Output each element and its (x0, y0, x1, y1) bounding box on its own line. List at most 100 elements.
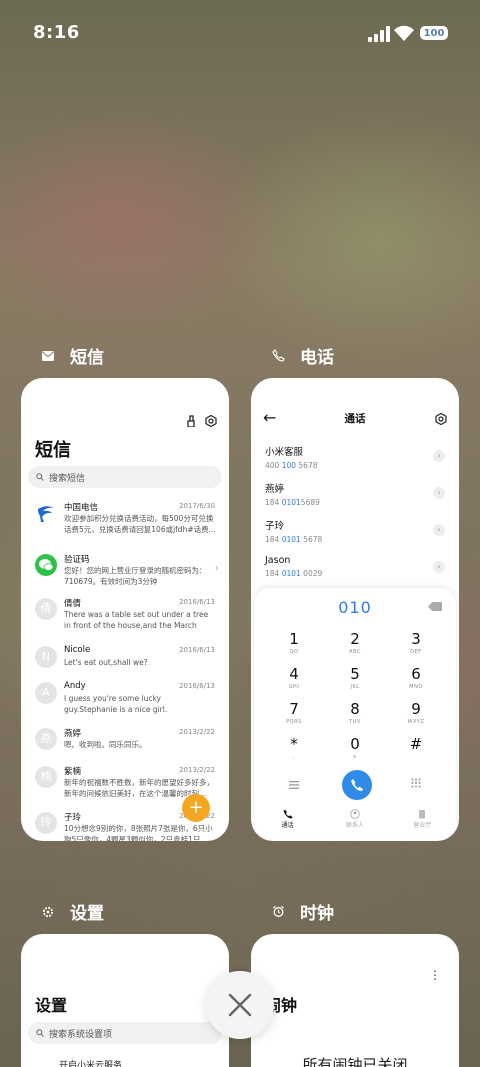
message-row[interactable]: N Nicole 2016/6/13 Let's eat out,shall w… (35, 645, 215, 682)
message-sender: 验证码 (64, 555, 90, 565)
chevron-right-icon: › (215, 563, 219, 574)
settings-item-mi-cloud[interactable]: 开启小米云服务 (59, 1058, 122, 1067)
phone-app-label[interactable]: 电话 (270, 343, 334, 368)
tab-service-hall-label: 营业厅 (413, 822, 432, 829)
contact-name: 燕婷 (265, 484, 285, 495)
menu-icon[interactable] (289, 774, 299, 793)
avatar: N (35, 646, 57, 668)
dial-key-star[interactable]: *, (274, 735, 314, 760)
contact-row[interactable]: Jason 184 0101 0029 › (265, 555, 445, 583)
dial-key-6[interactable]: 6 MNO (396, 665, 436, 690)
alarms-status-message: 所有闹钟已关闭 (302, 1056, 408, 1067)
chevron-right-icon[interactable]: › (433, 524, 445, 536)
clear-all-button[interactable] (206, 971, 274, 1039)
tab-service-hall[interactable]: 营业厅 (397, 808, 447, 838)
settings-search-placeholder: 搜索系统设置项 (49, 1029, 113, 1040)
more-icon[interactable]: ⋮ (429, 968, 441, 982)
status-time: 8:16 (33, 22, 80, 43)
clock-app-label[interactable]: 时钟 (270, 899, 334, 924)
message-preview: Let's eat out,shall we? (64, 658, 148, 667)
message-date: 2016/6/13 (179, 646, 215, 654)
gear-icon[interactable] (205, 412, 217, 431)
dial-key-5[interactable]: 5 JKL (335, 665, 375, 690)
telecom-logo-icon (35, 502, 57, 524)
message-preview: 您好！您的网上营业厅登录的随机密码为：710679。有效时间为3分钟 (64, 566, 207, 586)
chevron-right-icon[interactable]: › (433, 487, 445, 499)
contact-name: 小米客服 (265, 447, 304, 458)
keypad-icon[interactable] (411, 773, 421, 792)
dial-key-0[interactable]: 0 + (335, 735, 375, 760)
gear-icon (40, 904, 56, 920)
contact-name: Jason (265, 555, 291, 566)
dial-key-9[interactable]: 9 WXYZ (396, 700, 436, 725)
contact-row[interactable]: 燕婷 184 01015689 › (265, 481, 445, 509)
message-row[interactable]: 燕 燕婷 2013/2/22 嗯。收到啦。同乐同乐。 (35, 728, 215, 764)
dial-key-2[interactable]: 2 ABC (335, 630, 375, 655)
dialpad: 010 1 QO 2 ABC 3 DEF 4 GHI 5 JKL 6 MNO 7 PQRS 8… (254, 588, 456, 838)
message-date: 2013/2/22 (179, 766, 215, 774)
message-date: 2017/6/30 (179, 502, 215, 510)
message-preview: 10分想念9别的你，8张照片7张是你，6只小狗5只像你，4颗星3颗似你，2只青蛙… (64, 824, 213, 841)
tab-calls[interactable]: 通话 (263, 808, 313, 838)
dial-key-1[interactable]: 1 QO (274, 630, 314, 655)
message-date: 2013/2/22 (179, 728, 215, 736)
dial-key-8[interactable]: 8 TUV (335, 700, 375, 725)
settings-app-label[interactable]: 设置 (40, 899, 104, 924)
call-button[interactable] (342, 770, 372, 800)
sms-search-input[interactable]: 搜索短信 (28, 466, 222, 488)
message-preview: I guess you're some lucky guy.Stephanie … (64, 694, 168, 714)
tab-calls-label: 通话 (281, 822, 294, 829)
tab-contacts[interactable]: 联系人 (330, 808, 380, 838)
clean-icon[interactable] (185, 412, 197, 431)
settings-search-input[interactable]: 搜索系统设置项 (28, 1022, 222, 1044)
phone-page-title: 通话 (344, 413, 366, 425)
dial-key-3[interactable]: 3 DEF (396, 630, 436, 655)
message-preview: There was a table set out under a tree i… (64, 610, 209, 630)
chevron-right-icon[interactable]: › (433, 450, 445, 462)
settings-page-title: 设置 (35, 996, 68, 1015)
message-sender: Andy (64, 681, 86, 691)
wifi-icon (393, 24, 415, 42)
message-row[interactable]: A Andy 2016/6/13 I guess you're some luc… (35, 681, 215, 718)
avatar: 玲 (35, 812, 57, 834)
message-sender: 紫楠 (64, 767, 82, 777)
close-icon (228, 993, 252, 1017)
chevron-right-icon[interactable]: › (433, 561, 445, 573)
phone-app-card[interactable]: ← 通话 小米客服 400 100 5678 › 燕婷 184 01015689… (251, 378, 459, 841)
dial-key-7[interactable]: 7 PQRS (274, 700, 314, 725)
phone-header: ← 通话 (251, 378, 459, 438)
new-message-button[interactable]: + (182, 794, 210, 822)
message-sender: 子玲 (64, 813, 82, 823)
service-hall-icon (397, 808, 447, 820)
contact-row[interactable]: 小米客服 400 100 5678 › (265, 444, 445, 472)
sms-page-title: 短信 (35, 440, 71, 461)
message-sender: 倩倩 (64, 599, 82, 609)
signal-icon (368, 26, 390, 42)
sms-app-name: 短信 (70, 348, 104, 368)
alarm-clock-icon (270, 904, 286, 920)
battery-icon: 100 (420, 26, 448, 40)
phone-icon (270, 348, 286, 364)
contacts-icon (330, 808, 380, 820)
avatar: 倩 (35, 598, 57, 620)
message-preview: 嗯。收到啦。同乐同乐。 (64, 740, 147, 749)
contact-row[interactable]: 子玲 184 0101 5678 › (265, 518, 445, 546)
clock-app-card[interactable]: ⋮ 闹钟 所有闹钟已关闭 (251, 934, 459, 1067)
search-icon (36, 1029, 44, 1037)
dial-key-hash[interactable]: # (396, 735, 436, 754)
sms-app-card[interactable]: 短信 搜索短信 中国电信 2017/6/30 欢迎参加积分兑换话费活动，每500… (21, 378, 229, 841)
gear-icon[interactable] (435, 410, 447, 429)
message-row[interactable]: 中国电信 2017/6/30 欢迎参加积分兑换话费活动，每500分可兑换话费5元… (35, 502, 216, 538)
message-row[interactable]: 验证码 您好！您的网上营业厅登录的随机密码为：710679。有效时间为3分钟 › (35, 554, 219, 590)
sms-app-label[interactable]: 短信 (40, 343, 104, 368)
message-icon (40, 348, 56, 364)
avatar: 楠 (35, 766, 57, 788)
message-preview: 欢迎参加积分兑换话费活动，每500分可兑换话费5元，兑换话费请回复106或jfd… (64, 514, 216, 534)
settings-app-card[interactable]: 设置 搜索系统设置项 开启小米云服务 (21, 934, 229, 1067)
sms-toolbar (185, 412, 217, 431)
message-sender: 中国电信 (64, 503, 99, 513)
settings-app-name: 设置 (70, 904, 104, 924)
tab-contacts-label: 联系人 (345, 822, 364, 829)
message-row[interactable]: 倩 倩倩 2016/6/13 There was a table set out… (35, 598, 215, 634)
dial-key-4[interactable]: 4 GHI (274, 665, 314, 690)
